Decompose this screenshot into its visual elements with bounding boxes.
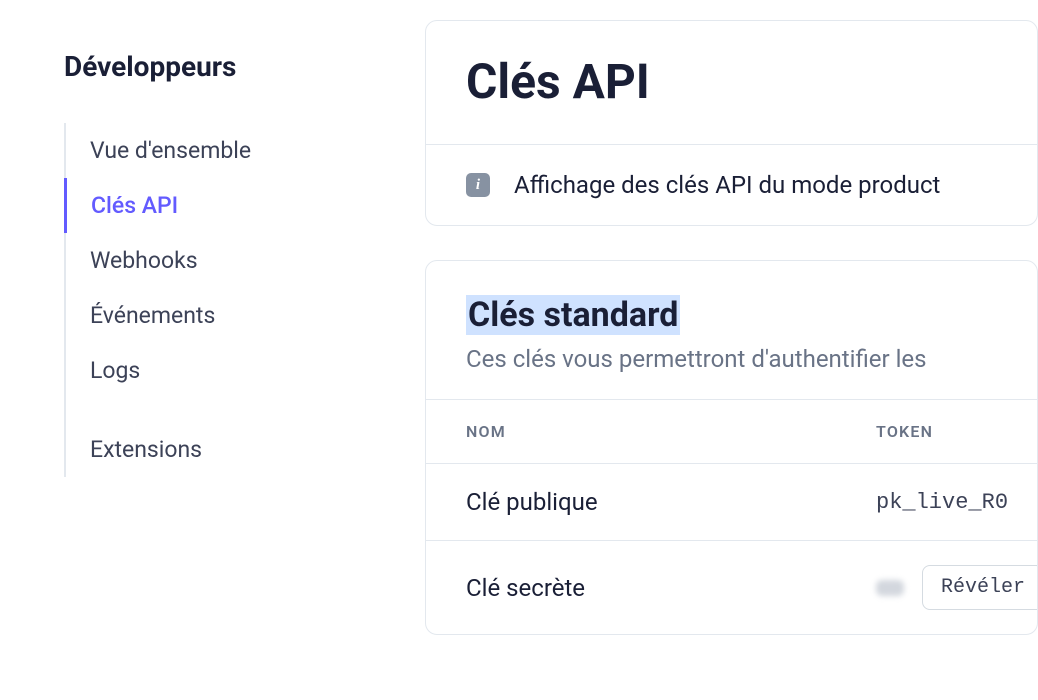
nav-item-webhooks[interactable]: Webhooks [64,233,385,288]
nav-item-events[interactable]: Événements [64,288,385,343]
key-token[interactable]: pk_live_R0 [876,490,1008,515]
column-header-token: TOKEN [876,422,997,441]
token-value: pk_live_R0 [876,490,1008,515]
standard-keys-subtitle: Ces clés vous permettront d'authentifier… [466,345,997,373]
standard-keys-header: Clés standard Ces clés vous permettront … [426,261,1037,400]
nav-item-logs[interactable]: Logs [64,343,385,398]
sidebar: Développeurs Vue d'ensemble Clés API Web… [0,0,425,700]
page-title: Clés API [426,21,1037,145]
standard-keys-title: Clés standard [466,295,680,335]
key-token-hidden: Révéler [876,565,1038,610]
nav-list: Vue d'ensemble Clés API Webhooks Événeme… [64,123,385,477]
key-name: Clé publique [466,488,876,516]
main-content: Clés API i Affichage des clés API du mod… [425,0,1038,700]
table-row: Clé secrète Révéler [426,541,1037,634]
key-name: Clé secrète [466,574,876,602]
nav-item-overview[interactable]: Vue d'ensemble [64,123,385,178]
reveal-button[interactable]: Révéler [922,565,1038,610]
nav-divider [66,398,385,422]
nav-item-extensions[interactable]: Extensions [64,422,385,477]
sidebar-title: Développeurs [64,50,385,83]
app-layout: Développeurs Vue d'ensemble Clés API Web… [0,0,1038,700]
page-header-card: Clés API i Affichage des clés API du mod… [425,20,1038,226]
column-header-name: NOM [466,422,876,441]
hidden-token-blur [876,580,904,596]
info-banner: i Affichage des clés API du mode product [426,145,1037,225]
info-icon: i [466,173,490,197]
info-banner-text: Affichage des clés API du mode product [514,171,940,199]
table-row: Clé publique pk_live_R0 [426,464,1037,541]
nav-item-api-keys[interactable]: Clés API [64,178,385,233]
keys-table-header: NOM TOKEN [426,400,1037,464]
standard-keys-card: Clés standard Ces clés vous permettront … [425,260,1038,635]
